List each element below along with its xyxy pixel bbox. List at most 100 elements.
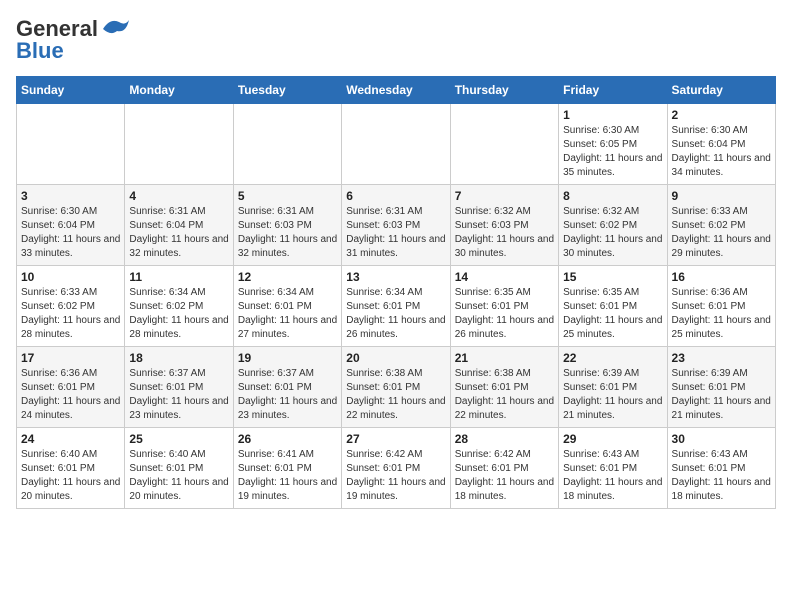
- day-number: 27: [346, 432, 445, 446]
- day-info: Sunrise: 6:38 AM Sunset: 6:01 PM Dayligh…: [455, 367, 554, 423]
- weekday-header-monday: Monday: [125, 77, 233, 104]
- day-info: Sunrise: 6:30 AM Sunset: 6:05 PM Dayligh…: [563, 124, 662, 180]
- day-number: 13: [346, 270, 445, 284]
- day-info: Sunrise: 6:38 AM Sunset: 6:01 PM Dayligh…: [346, 367, 445, 423]
- day-cell: 13 Sunrise: 6:34 AM Sunset: 6:01 PM Dayli…: [342, 266, 450, 347]
- header: General Blue: [16, 16, 776, 64]
- day-cell: 17Sunrise: 6:36 AM Sunset: 6:01 PM Dayli…: [17, 347, 125, 428]
- day-cell: 14 Sunrise: 6:35 AM Sunset: 6:01 PM Dayli…: [450, 266, 558, 347]
- day-cell: 10 Sunrise: 6:33 AM Sunset: 6:02 PM Dayli…: [17, 266, 125, 347]
- day-cell: [17, 104, 125, 185]
- day-number: 8: [563, 189, 662, 203]
- day-number: 29: [563, 432, 662, 446]
- day-number: 16: [672, 270, 771, 284]
- day-number: 9: [672, 189, 771, 203]
- day-number: 1: [563, 108, 662, 122]
- day-number: 15: [563, 270, 662, 284]
- day-cell: 8 Sunrise: 6:32 AM Sunset: 6:02 PM Daylig…: [559, 185, 667, 266]
- day-info: Sunrise: 6:31 AM Sunset: 6:04 PM Dayligh…: [129, 205, 228, 261]
- day-cell: 12 Sunrise: 6:34 AM Sunset: 6:01 PM Dayli…: [233, 266, 341, 347]
- day-cell: 21 Sunrise: 6:38 AM Sunset: 6:01 PM Dayli…: [450, 347, 558, 428]
- day-number: 25: [129, 432, 228, 446]
- day-number: 22: [563, 351, 662, 365]
- day-cell: 16 Sunrise: 6:36 AM Sunset: 6:01 PM Dayli…: [667, 266, 775, 347]
- day-cell: [125, 104, 233, 185]
- day-cell: 5Sunrise: 6:31 AM Sunset: 6:03 PM Daylig…: [233, 185, 341, 266]
- day-cell: 24 Sunrise: 6:40 AM Sunset: 6:01 PM Dayli…: [17, 428, 125, 509]
- day-info: Sunrise: 6:37 AM Sunset: 6:01 PM Dayligh…: [129, 367, 228, 423]
- day-cell: 27 Sunrise: 6:42 AM Sunset: 6:01 PM Dayli…: [342, 428, 450, 509]
- day-info: Sunrise: 6:36 AM Sunset: 6:01 PM Dayligh…: [672, 286, 771, 342]
- day-number: 21: [455, 351, 554, 365]
- day-cell: 20 Sunrise: 6:38 AM Sunset: 6:01 PM Dayli…: [342, 347, 450, 428]
- day-number: 7: [455, 189, 554, 203]
- day-number: 24: [21, 432, 120, 446]
- weekday-header-wednesday: Wednesday: [342, 77, 450, 104]
- day-info: Sunrise: 6:40 AM Sunset: 6:01 PM Dayligh…: [129, 448, 228, 504]
- day-info: Sunrise: 6:30 AM Sunset: 6:04 PM Dayligh…: [21, 205, 120, 261]
- weekday-header-saturday: Saturday: [667, 77, 775, 104]
- day-cell: [450, 104, 558, 185]
- day-cell: [342, 104, 450, 185]
- day-cell: 30 Sunrise: 6:43 AM Sunset: 6:01 PM Dayli…: [667, 428, 775, 509]
- week-row-4: 17Sunrise: 6:36 AM Sunset: 6:01 PM Dayli…: [17, 347, 776, 428]
- day-info: Sunrise: 6:42 AM Sunset: 6:01 PM Dayligh…: [346, 448, 445, 504]
- day-info: Sunrise: 6:34 AM Sunset: 6:02 PM Dayligh…: [129, 286, 228, 342]
- weekday-header-thursday: Thursday: [450, 77, 558, 104]
- day-info: Sunrise: 6:43 AM Sunset: 6:01 PM Dayligh…: [672, 448, 771, 504]
- day-info: Sunrise: 6:39 AM Sunset: 6:01 PM Dayligh…: [672, 367, 771, 423]
- week-row-5: 24 Sunrise: 6:40 AM Sunset: 6:01 PM Dayli…: [17, 428, 776, 509]
- day-number: 2: [672, 108, 771, 122]
- day-number: 17: [21, 351, 120, 365]
- weekday-header-row: SundayMondayTuesdayWednesdayThursdayFrid…: [17, 77, 776, 104]
- day-number: 14: [455, 270, 554, 284]
- day-cell: [233, 104, 341, 185]
- day-number: 20: [346, 351, 445, 365]
- day-cell: 11 Sunrise: 6:34 AM Sunset: 6:02 PM Dayli…: [125, 266, 233, 347]
- week-row-2: 3 Sunrise: 6:30 AM Sunset: 6:04 PM Daylig…: [17, 185, 776, 266]
- weekday-header-friday: Friday: [559, 77, 667, 104]
- day-number: 26: [238, 432, 337, 446]
- day-info: Sunrise: 6:33 AM Sunset: 6:02 PM Dayligh…: [672, 205, 771, 261]
- day-info: Sunrise: 6:32 AM Sunset: 6:02 PM Dayligh…: [563, 205, 662, 261]
- day-cell: 3 Sunrise: 6:30 AM Sunset: 6:04 PM Daylig…: [17, 185, 125, 266]
- day-cell: 7 Sunrise: 6:32 AM Sunset: 6:03 PM Daylig…: [450, 185, 558, 266]
- day-info: Sunrise: 6:43 AM Sunset: 6:01 PM Dayligh…: [563, 448, 662, 504]
- day-info: Sunrise: 6:31 AM Sunset: 6:03 PM Dayligh…: [346, 205, 445, 261]
- weekday-header-sunday: Sunday: [17, 77, 125, 104]
- day-info: Sunrise: 6:37 AM Sunset: 6:01 PM Dayligh…: [238, 367, 337, 423]
- day-info: Sunrise: 6:34 AM Sunset: 6:01 PM Dayligh…: [238, 286, 337, 342]
- day-cell: 4 Sunrise: 6:31 AM Sunset: 6:04 PM Daylig…: [125, 185, 233, 266]
- day-info: Sunrise: 6:32 AM Sunset: 6:03 PM Dayligh…: [455, 205, 554, 261]
- day-number: 11: [129, 270, 228, 284]
- week-row-1: 1 Sunrise: 6:30 AM Sunset: 6:05 PM Daylig…: [17, 104, 776, 185]
- day-cell: 23Sunrise: 6:39 AM Sunset: 6:01 PM Dayli…: [667, 347, 775, 428]
- day-number: 30: [672, 432, 771, 446]
- day-info: Sunrise: 6:35 AM Sunset: 6:01 PM Dayligh…: [455, 286, 554, 342]
- day-number: 4: [129, 189, 228, 203]
- weekday-header-tuesday: Tuesday: [233, 77, 341, 104]
- day-cell: 18 Sunrise: 6:37 AM Sunset: 6:01 PM Dayli…: [125, 347, 233, 428]
- day-number: 28: [455, 432, 554, 446]
- logo: General Blue: [16, 16, 130, 64]
- day-cell: 22Sunrise: 6:39 AM Sunset: 6:01 PM Dayli…: [559, 347, 667, 428]
- day-cell: 9 Sunrise: 6:33 AM Sunset: 6:02 PM Daylig…: [667, 185, 775, 266]
- calendar-table: SundayMondayTuesdayWednesdayThursdayFrid…: [16, 76, 776, 509]
- day-cell: 25 Sunrise: 6:40 AM Sunset: 6:01 PM Dayli…: [125, 428, 233, 509]
- day-cell: 26Sunrise: 6:41 AM Sunset: 6:01 PM Dayli…: [233, 428, 341, 509]
- day-cell: 1 Sunrise: 6:30 AM Sunset: 6:05 PM Daylig…: [559, 104, 667, 185]
- day-cell: 28 Sunrise: 6:42 AM Sunset: 6:01 PM Dayli…: [450, 428, 558, 509]
- day-number: 3: [21, 189, 120, 203]
- day-info: Sunrise: 6:40 AM Sunset: 6:01 PM Dayligh…: [21, 448, 120, 504]
- day-number: 12: [238, 270, 337, 284]
- day-cell: 6Sunrise: 6:31 AM Sunset: 6:03 PM Daylig…: [342, 185, 450, 266]
- day-number: 18: [129, 351, 228, 365]
- day-info: Sunrise: 6:30 AM Sunset: 6:04 PM Dayligh…: [672, 124, 771, 180]
- day-number: 10: [21, 270, 120, 284]
- day-info: Sunrise: 6:42 AM Sunset: 6:01 PM Dayligh…: [455, 448, 554, 504]
- day-info: Sunrise: 6:34 AM Sunset: 6:01 PM Dayligh…: [346, 286, 445, 342]
- day-info: Sunrise: 6:33 AM Sunset: 6:02 PM Dayligh…: [21, 286, 120, 342]
- logo-bird-icon: [100, 17, 130, 41]
- logo-blue-text: Blue: [16, 38, 64, 64]
- day-number: 19: [238, 351, 337, 365]
